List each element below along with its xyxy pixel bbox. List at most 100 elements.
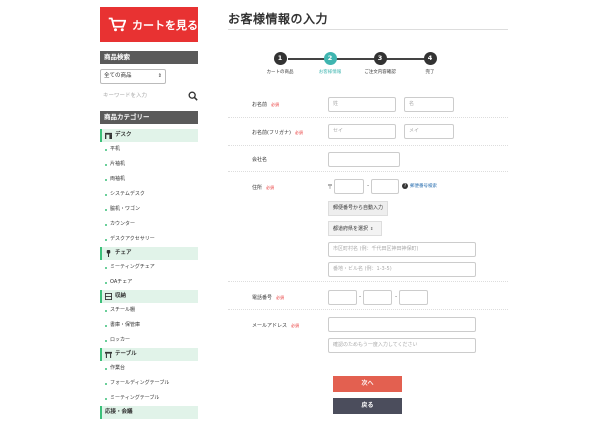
category-item[interactable]: デスクアクセサリー bbox=[100, 232, 198, 247]
company-label: 会社名 bbox=[252, 157, 268, 163]
phone-area-input[interactable] bbox=[328, 290, 357, 305]
company-row: 会社名 bbox=[228, 146, 508, 172]
category-group-chair[interactable]: チェア bbox=[100, 247, 198, 260]
last-name-input[interactable]: 姓 bbox=[328, 97, 396, 112]
category-group-storage[interactable]: 収納 bbox=[100, 290, 198, 303]
category-item-label: カウンター bbox=[110, 221, 136, 227]
category-group-desk[interactable]: デスク bbox=[100, 129, 198, 142]
phone-label-text: 電話番号 bbox=[252, 295, 273, 301]
category-item[interactable]: ミーティングテーブル bbox=[100, 391, 198, 406]
first-name-input[interactable]: 名 bbox=[404, 97, 454, 112]
category-item[interactable]: システムデスク bbox=[100, 187, 198, 202]
product-category-heading: 商品カテゴリー bbox=[100, 111, 198, 124]
kana-row: お名前(フリガナ) 必須 セイ メイ bbox=[228, 118, 508, 146]
bullet-icon bbox=[105, 309, 107, 312]
email-input[interactable] bbox=[328, 317, 476, 332]
category-group-label: デスク bbox=[115, 132, 132, 138]
category-group-label: テーブル bbox=[115, 351, 137, 357]
category-group-label: チェア bbox=[115, 250, 132, 256]
bullet-icon bbox=[105, 281, 107, 284]
step-4: 4 完了 bbox=[410, 52, 450, 75]
name-label-text: お名前 bbox=[252, 102, 268, 108]
bullet-icon bbox=[105, 208, 107, 211]
step-number: 3 bbox=[373, 52, 387, 65]
bullet-icon bbox=[105, 238, 107, 241]
category-item[interactable]: 平机 bbox=[100, 142, 198, 157]
email-row: メールアドレス 必須 確認のためもう一度入力してください bbox=[228, 310, 508, 356]
category-item[interactable]: ミーティングチェア bbox=[100, 260, 198, 275]
phone-separator: - bbox=[395, 293, 398, 300]
bullet-icon bbox=[105, 193, 107, 196]
bullet-icon bbox=[105, 178, 107, 181]
kana-label-text: お名前(フリガナ) bbox=[252, 130, 291, 136]
title-divider bbox=[228, 29, 508, 30]
category-group-reception[interactable]: 応接・会議 bbox=[100, 406, 198, 419]
prefecture-select[interactable]: 都道府県を選択 ⇕ bbox=[328, 221, 382, 236]
category-group-table[interactable]: テーブル bbox=[100, 348, 198, 361]
category-item[interactable]: 片袖机 bbox=[100, 157, 198, 172]
bullet-icon bbox=[105, 223, 107, 226]
category-item[interactable]: カウンター bbox=[100, 217, 198, 232]
category-item[interactable]: フォールディングテーブル bbox=[100, 376, 198, 391]
view-cart-button[interactable]: カートを見る bbox=[100, 7, 198, 42]
search-icon[interactable] bbox=[188, 91, 198, 101]
category-item[interactable]: スチール棚 bbox=[100, 303, 198, 318]
address-row: 住所 必須 〒 - ? 郵便番号検索 郵便番号から自動入力 都道府県を選択 ⇕ 市区… bbox=[228, 172, 508, 282]
phone-exchange-input[interactable] bbox=[363, 290, 392, 305]
address-label: 住所 必須 bbox=[252, 184, 274, 191]
postal-mark: 〒 bbox=[327, 184, 334, 191]
back-button[interactable]: 戻る bbox=[333, 398, 402, 414]
category-group-label: 収納 bbox=[115, 293, 127, 299]
city-input[interactable]: 市区町村名 (例：千代田区神田神保町) bbox=[328, 242, 476, 257]
desk-icon bbox=[105, 132, 112, 139]
postal-lookup-text: 郵便番号検索 bbox=[410, 184, 437, 189]
prefecture-select-value: 都道府県を選択 bbox=[333, 226, 369, 232]
postal-autofill-button[interactable]: 郵便番号から自動入力 bbox=[328, 201, 389, 216]
building-input[interactable]: 番地・ビル名 (例：1-3-5) bbox=[328, 262, 476, 277]
postal-code-second-input[interactable] bbox=[371, 179, 399, 194]
category-item[interactable]: 脇机・ワゴン bbox=[100, 202, 198, 217]
required-badge: 必須 bbox=[276, 295, 285, 300]
select-caret-icon: ⇕ bbox=[370, 226, 374, 231]
category-group-label: 応接・会議 bbox=[105, 409, 133, 415]
category-item[interactable]: OAチェア bbox=[100, 275, 198, 290]
category-item-label: ロッカー bbox=[110, 337, 131, 343]
email-label-text: メールアドレス bbox=[252, 323, 288, 329]
step-label: ご注文内容確認 bbox=[364, 70, 396, 75]
phone-label: 電話番号 必須 bbox=[252, 294, 284, 301]
product-search-heading: 商品検索 bbox=[100, 51, 198, 64]
category-item-label: 片袖机 bbox=[110, 161, 126, 167]
required-badge: 必須 bbox=[271, 102, 280, 107]
keyword-input[interactable]: キーワードを入力 bbox=[100, 89, 176, 103]
category-item-label: 脇机・ワゴン bbox=[110, 206, 141, 212]
phone-separator: - bbox=[359, 293, 362, 300]
category-item-label: 平机 bbox=[110, 146, 121, 152]
phone-number-input[interactable] bbox=[399, 290, 428, 305]
category-item[interactable]: 両袖机 bbox=[100, 172, 198, 187]
category-item-label: 作業台 bbox=[110, 365, 126, 371]
step-1: 1 カートの商品 bbox=[260, 52, 300, 75]
bullet-icon bbox=[105, 382, 107, 385]
category-select-value: 全ての商品 bbox=[104, 73, 132, 79]
next-button[interactable]: 次へ bbox=[333, 376, 402, 392]
first-name-kana-input[interactable]: メイ bbox=[404, 124, 454, 139]
cart-icon bbox=[108, 17, 126, 32]
last-name-kana-input[interactable]: セイ bbox=[328, 124, 396, 139]
postal-lookup-link[interactable]: ? 郵便番号検索 bbox=[402, 183, 437, 189]
postal-code-first-input[interactable] bbox=[334, 179, 364, 194]
company-input[interactable] bbox=[328, 152, 400, 167]
step-3: 3 ご注文内容確認 bbox=[360, 52, 400, 75]
category-select[interactable]: 全ての商品 ⇕ bbox=[100, 69, 166, 84]
category-item[interactable]: ロッカー bbox=[100, 333, 198, 348]
bullet-icon bbox=[105, 148, 107, 151]
email-confirm-input[interactable]: 確認のためもう一度入力してください bbox=[328, 338, 476, 353]
category-item[interactable]: 作業台 bbox=[100, 361, 198, 376]
category-item[interactable]: 書庫・保管庫 bbox=[100, 318, 198, 333]
category-item-label: システムデスク bbox=[110, 191, 145, 197]
step-number: 2 bbox=[323, 52, 337, 65]
name-row: お名前 必須 姓 名 bbox=[228, 90, 508, 118]
category-item-label: 両袖机 bbox=[110, 176, 126, 182]
category-item-label: ミーティングテーブル bbox=[110, 395, 160, 401]
bullet-icon bbox=[105, 397, 107, 400]
view-cart-label: カートを見る bbox=[132, 18, 198, 32]
